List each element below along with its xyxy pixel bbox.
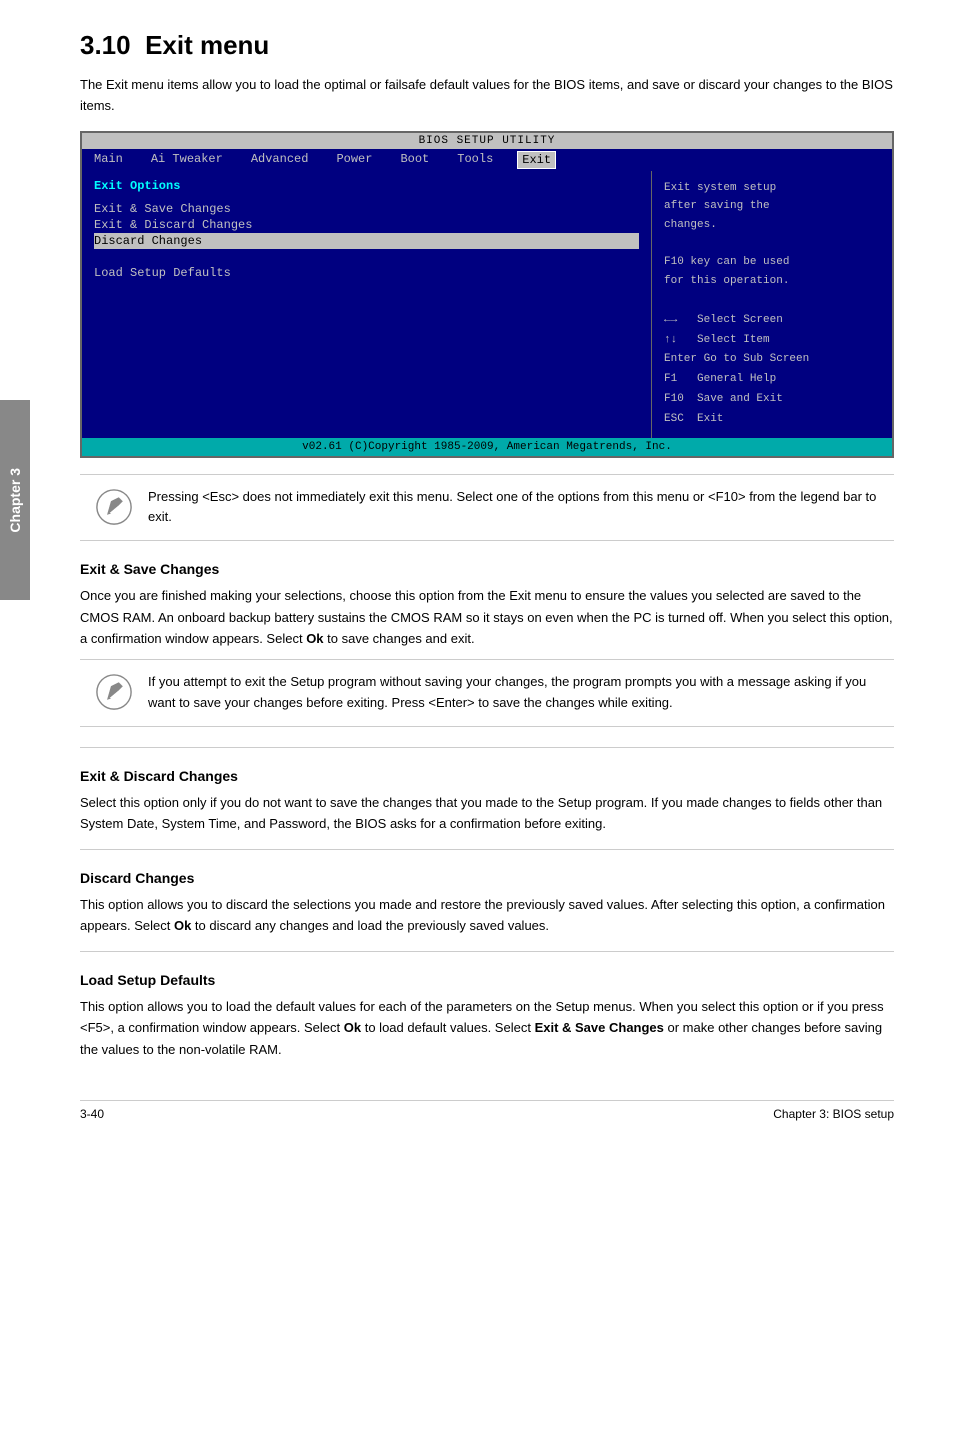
bios-menu-advanced[interactable]: Advanced — [247, 151, 313, 169]
bios-key-legend: ←→ Select Screen ↑↓ Select Item Enter Go… — [664, 311, 880, 430]
section-discard-changes: Discard Changes This option allows you t… — [80, 870, 894, 937]
bios-menu-exit[interactable]: Exit — [517, 151, 556, 169]
key-enter: Enter Go to Sub Screen — [664, 350, 880, 370]
note-text-1: Pressing <Esc> does not immediately exit… — [148, 487, 880, 529]
bios-option-discard[interactable]: Discard Changes — [94, 233, 639, 249]
section-exit-save: Exit & Save Changes Once you are finishe… — [80, 561, 894, 727]
heading-load-defaults: Load Setup Defaults — [80, 972, 894, 988]
key-f1: F1 General Help — [664, 370, 880, 390]
divider-1 — [80, 747, 894, 748]
bios-option-exit-save[interactable]: Exit & Save Changes — [94, 201, 639, 217]
key-select-screen: ←→ Select Screen — [664, 311, 880, 331]
note-icon-2 — [94, 672, 134, 712]
section-title: 3.10 Exit menu — [80, 30, 894, 61]
bios-menu-ai-tweaker[interactable]: Ai Tweaker — [147, 151, 227, 169]
divider-2 — [80, 849, 894, 850]
bios-help-text: Exit system setup after saving the chang… — [664, 179, 880, 291]
key-select-item: ↑↓ Select Item — [664, 331, 880, 351]
bios-menu-main[interactable]: Main — [90, 151, 127, 169]
key-esc: ESC Exit — [664, 410, 880, 430]
heading-discard-changes: Discard Changes — [80, 870, 894, 886]
bios-option-load-defaults[interactable]: Load Setup Defaults — [94, 265, 639, 281]
note-icon-1 — [94, 487, 134, 527]
chapter-label: Chapter 3 — [7, 468, 23, 533]
bios-footer: v02.61 (C)Copyright 1985-2009, American … — [82, 438, 892, 456]
bios-section-header: Exit Options — [94, 179, 639, 193]
key-f10: F10 Save and Exit — [664, 390, 880, 410]
bios-option-exit-discard[interactable]: Exit & Discard Changes — [94, 217, 639, 233]
body-exit-discard: Select this option only if you do not wa… — [80, 792, 894, 835]
note-text-2: If you attempt to exit the Setup program… — [148, 672, 880, 714]
bios-left-panel: Exit Options Exit & Save Changes Exit & … — [82, 171, 652, 438]
bios-titlebar: BIOS SETUP UTILITY — [82, 133, 892, 149]
chapter-sidebar: Chapter 3 — [0, 400, 30, 600]
footer-left: 3-40 — [80, 1107, 104, 1121]
bios-body: Exit Options Exit & Save Changes Exit & … — [82, 171, 892, 438]
intro-text: The Exit menu items allow you to load th… — [80, 75, 894, 117]
section-load-defaults: Load Setup Defaults This option allows y… — [80, 972, 894, 1060]
heading-exit-save: Exit & Save Changes — [80, 561, 894, 577]
heading-exit-discard: Exit & Discard Changes — [80, 768, 894, 784]
bios-menu-tools[interactable]: Tools — [453, 151, 497, 169]
note-box-2: If you attempt to exit the Setup program… — [80, 659, 894, 727]
bios-ui-box: BIOS SETUP UTILITY Main Ai Tweaker Advan… — [80, 131, 894, 458]
body-discard-changes: This option allows you to discard the se… — [80, 894, 894, 937]
bios-option-spacer — [94, 249, 639, 265]
section-exit-discard: Exit & Discard Changes Select this optio… — [80, 768, 894, 835]
body-exit-save: Once you are finished making your select… — [80, 585, 894, 649]
bios-menubar: Main Ai Tweaker Advanced Power Boot Tool… — [82, 149, 892, 171]
page-footer: 3-40 Chapter 3: BIOS setup — [80, 1100, 894, 1121]
body-load-defaults: This option allows you to load the defau… — [80, 996, 894, 1060]
bios-right-panel: Exit system setup after saving the chang… — [652, 171, 892, 438]
divider-3 — [80, 951, 894, 952]
bios-menu-boot[interactable]: Boot — [396, 151, 433, 169]
footer-right: Chapter 3: BIOS setup — [773, 1107, 894, 1121]
note-box-1: Pressing <Esc> does not immediately exit… — [80, 474, 894, 542]
bios-menu-power[interactable]: Power — [332, 151, 376, 169]
